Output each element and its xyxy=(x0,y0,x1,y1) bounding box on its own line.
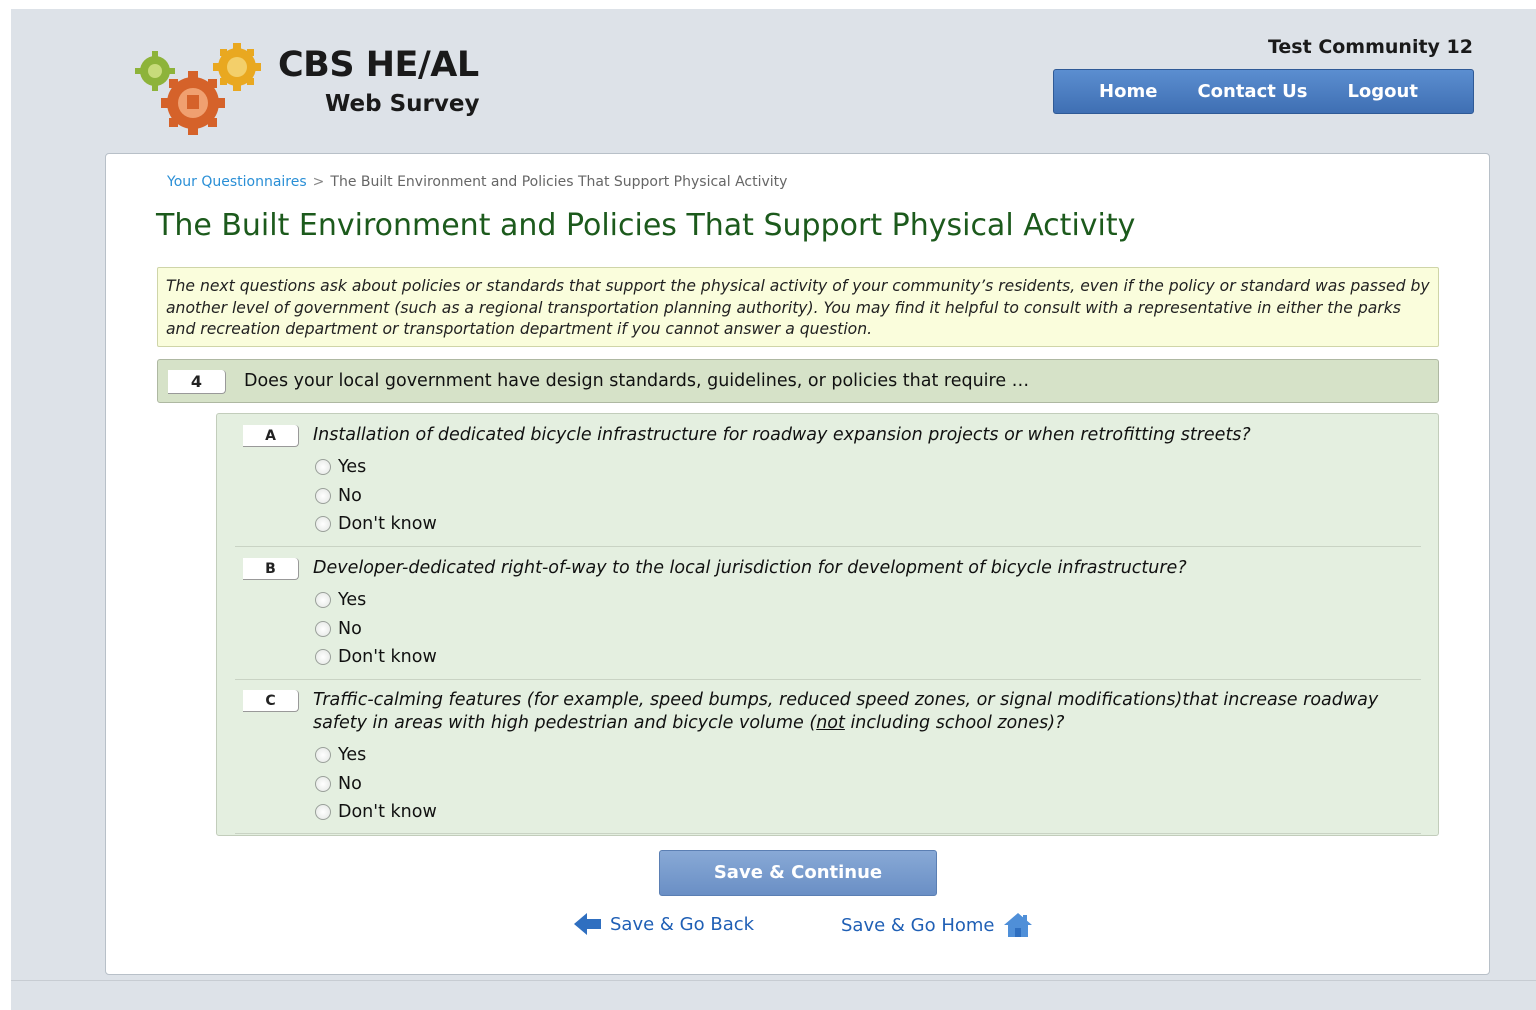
nav-logout-link[interactable]: Logout xyxy=(1347,81,1418,102)
question-number: 4 xyxy=(168,370,226,394)
divider xyxy=(235,679,1421,680)
radio-button[interactable] xyxy=(315,487,331,504)
divider xyxy=(235,546,1421,547)
option-label: Yes xyxy=(338,457,367,478)
option-label: Yes xyxy=(338,745,367,766)
footer-divider xyxy=(11,980,1536,981)
app-subtitle: Web Survey xyxy=(325,91,480,117)
gears-logo-icon xyxy=(135,43,261,135)
radio-button[interactable] xyxy=(315,620,331,637)
option-label: Don't know xyxy=(338,514,437,535)
option-dont-know[interactable]: Don't know xyxy=(315,643,437,672)
page-background: CBS HE/AL Web Survey Test Community 12 H… xyxy=(11,9,1536,1010)
sub-question-text: Traffic-calming features (for example, s… xyxy=(313,689,1413,735)
option-yes[interactable]: Yes xyxy=(315,453,437,482)
option-dont-know[interactable]: Don't know xyxy=(315,798,437,827)
radio-button[interactable] xyxy=(315,592,331,609)
option-label: Yes xyxy=(338,590,367,611)
radio-button[interactable] xyxy=(315,804,331,821)
option-no[interactable]: No xyxy=(315,482,437,511)
answer-options: Yes No Don't know xyxy=(315,586,437,672)
nav-home-link[interactable]: Home xyxy=(1099,81,1157,102)
app-title: CBS HE/AL xyxy=(278,45,479,85)
top-nav: Home Contact Us Logout xyxy=(1053,69,1474,114)
breadcrumb-current: The Built Environment and Policies That … xyxy=(330,174,788,190)
breadcrumb: Your Questionnaires > The Built Environmen… xyxy=(167,174,787,190)
sub-question-text: Installation of dedicated bicycle infras… xyxy=(313,425,1251,445)
breadcrumb-separator: > xyxy=(312,174,325,190)
radio-button[interactable] xyxy=(315,459,331,476)
content-panel: Your Questionnaires > The Built Environmen… xyxy=(105,153,1490,975)
option-no[interactable]: No xyxy=(315,770,437,799)
option-label: No xyxy=(338,618,362,639)
nav-contact-link[interactable]: Contact Us xyxy=(1197,81,1307,102)
sub-question-text: Developer-dedicated right-of-way to the … xyxy=(313,558,1187,578)
sub-question-letter: C xyxy=(243,690,299,712)
question-text: Does your local government have design s… xyxy=(244,371,1030,391)
option-label: No xyxy=(338,773,362,794)
radio-button[interactable] xyxy=(315,516,331,533)
sub-question-text-emphasis: not xyxy=(816,713,845,733)
option-label: Don't know xyxy=(338,802,437,823)
page-title: The Built Environment and Policies That … xyxy=(156,208,1136,243)
intro-instructions: The next questions ask about policies or… xyxy=(157,267,1439,347)
option-yes[interactable]: Yes xyxy=(315,741,437,770)
community-name: Test Community 12 xyxy=(1267,36,1473,58)
save-go-back-label: Save & Go Back xyxy=(610,913,755,935)
option-label: No xyxy=(338,485,362,506)
save-continue-button[interactable]: Save & Continue xyxy=(659,850,937,896)
save-go-home-link[interactable]: Save & Go Home xyxy=(841,912,1033,938)
option-yes[interactable]: Yes xyxy=(315,586,437,615)
save-go-back-link[interactable]: Save & Go Back xyxy=(574,912,754,936)
option-no[interactable]: No xyxy=(315,615,437,644)
sub-question-text-part: including school zones)? xyxy=(844,713,1065,733)
divider xyxy=(235,833,1421,834)
breadcrumb-questionnaires-link[interactable]: Your Questionnaires xyxy=(167,174,307,190)
save-go-home-label: Save & Go Home xyxy=(841,914,995,936)
sub-question-letter: B xyxy=(243,558,299,580)
house-icon xyxy=(1003,913,1032,937)
sub-question-letter: A xyxy=(243,425,299,447)
arrow-left-icon xyxy=(574,913,601,935)
radio-button[interactable] xyxy=(315,747,331,764)
option-dont-know[interactable]: Don't know xyxy=(315,510,437,539)
option-label: Don't know xyxy=(338,647,437,668)
answer-options: Yes No Don't know xyxy=(315,453,437,539)
radio-button[interactable] xyxy=(315,775,331,792)
answer-options: Yes No Don't know xyxy=(315,741,437,827)
sub-questions-box: A Installation of dedicated bicycle infr… xyxy=(216,413,1439,836)
radio-button[interactable] xyxy=(315,649,331,666)
question-header: 4 Does your local government have design… xyxy=(157,359,1439,403)
